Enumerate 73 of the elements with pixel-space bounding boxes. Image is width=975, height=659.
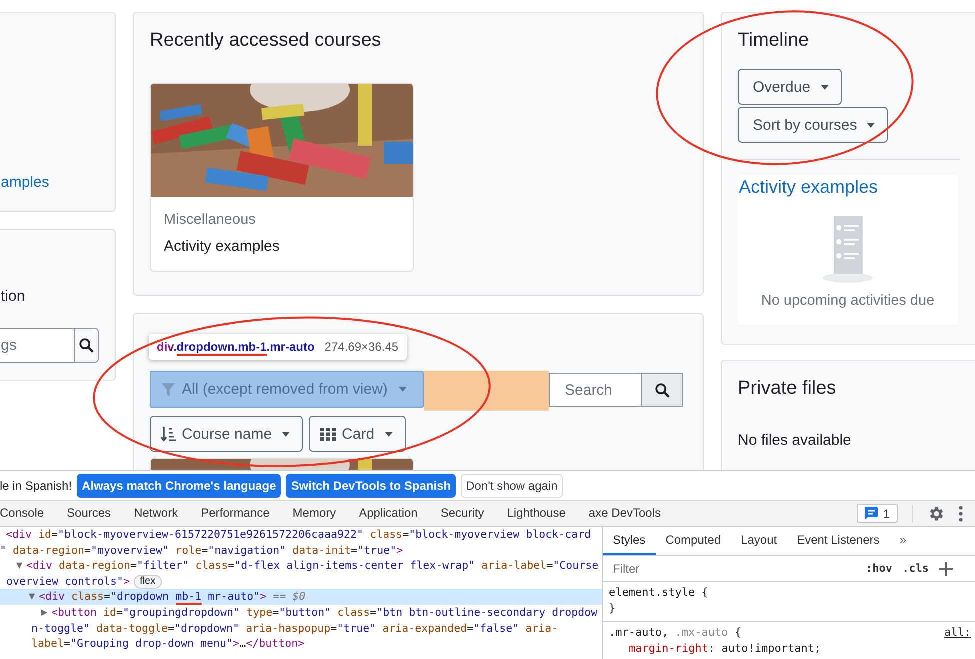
chat-icon [865, 507, 878, 520]
devtools-tab[interactable]: Sources [67, 501, 112, 526]
infobar-button[interactable]: Always match Chrome's language [77, 474, 282, 498]
block-title: Private files [738, 377, 838, 400]
caret-icon [384, 432, 393, 436]
toggle-button[interactable]: :hov [866, 562, 892, 575]
expand-toggle[interactable]: ▼ [29, 589, 39, 605]
search-field[interactable]: Search [549, 373, 642, 407]
size-text: 274.69×36.45 [324, 340, 399, 354]
css-declaration: margin-right: auto!important; [629, 641, 822, 657]
infobar-button[interactable]: Don't show again [461, 474, 563, 498]
styles-tab[interactable]: Computed [656, 527, 732, 555]
expand-toggle[interactable]: ▼ [16, 558, 26, 574]
course-link[interactable]: Activity examples [738, 176, 878, 198]
empty-message: No files available [738, 432, 852, 449]
search-icon [79, 338, 94, 353]
view-dropdown[interactable]: Card [309, 416, 406, 452]
css-rule-line: } [609, 601, 616, 617]
caret-icon [282, 432, 290, 436]
caret-icon [820, 84, 829, 90]
toggle-button[interactable]: .cls [902, 562, 929, 575]
infobar-message: le in Spanish! [0, 478, 72, 492]
course-name[interactable]: Activity examples [164, 238, 400, 256]
search-button[interactable] [75, 328, 99, 363]
more-tabs-button[interactable]: » [890, 527, 916, 555]
devtools-tab[interactable]: Application [359, 501, 418, 526]
caret-icon [398, 387, 407, 392]
sort-dropdown[interactable]: Sort by courses [738, 107, 888, 143]
empty-message: No upcoming activities due [761, 293, 935, 309]
styles-tab[interactable]: Layout [731, 527, 788, 555]
css-rule-line: element.style { [609, 585, 708, 601]
document-list-icon [822, 214, 874, 284]
styles-tab[interactable]: Styles [603, 527, 656, 555]
devtools-tab[interactable]: Performance [201, 501, 270, 526]
search-icon [654, 382, 670, 398]
block-title: Recently accessed courses [150, 29, 382, 52]
infobar-button[interactable]: Switch DevTools to Spanish [286, 474, 456, 498]
sort-icon [161, 426, 176, 442]
code-line: <button id="groupingdropdown" type="button" class="btn btn-outline-secondary dropdow [52, 604, 598, 621]
code-line: label="Grouping drop-down menu">…</button> [32, 636, 305, 652]
block-label: tion [0, 288, 26, 305]
code-line: " data-region="myoverview" role="navigation" data-init="true"> [0, 542, 404, 558]
devtools-tab[interactable]: Console [0, 501, 44, 526]
filter-dropdown[interactable]: Overdue [738, 69, 842, 105]
source-link[interactable]: all: [944, 625, 975, 641]
sort-dropdown[interactable]: Course name [150, 416, 304, 452]
code-line: <div class="dropdown mb-1 mr-auto"> == $0 [39, 589, 306, 605]
selector-text: div.dropdown.mb-1.mr-auto [157, 340, 315, 354]
styles-tab[interactable]: Event Listeners [787, 527, 890, 555]
devtools-tab[interactable]: Memory [292, 501, 336, 526]
code-line: <div data-region="filter" class="d-flex align-items-center flex-wrap" aria-label="Course [26, 558, 599, 574]
search-button[interactable] [642, 373, 683, 407]
more-icon[interactable] [959, 506, 963, 522]
caret-icon [867, 122, 876, 128]
filter-icon [162, 382, 175, 396]
block-title: Timeline [738, 29, 810, 52]
course-category: Miscellaneous [164, 211, 257, 229]
devtools-tab[interactable]: axe DevTools [588, 501, 661, 526]
css-rule-line: .mr-auto, .mx-auto { [609, 625, 742, 641]
devtools-tab[interactable]: Lighthouse [507, 501, 566, 526]
course-card[interactable]: Miscellaneous Activity examples [150, 83, 414, 272]
plus-icon[interactable] [939, 562, 953, 576]
grid-icon [320, 428, 336, 440]
course-link[interactable]: amples [1, 174, 50, 191]
search-field[interactable]: gs [0, 328, 75, 363]
expand-toggle[interactable]: ▶ [42, 604, 52, 621]
devtools-tab[interactable]: Security [440, 501, 484, 526]
code-line: overview controls"> [6, 574, 130, 590]
code-line: <div id="block-myoverview-6157220751e9261572206caaa922" class="block-myoverview block-card [6, 527, 592, 543]
code-line: n-toggle" data-toggle="dropdown" aria-haspopup="true" aria-expanded="false" aria- [32, 620, 558, 636]
devtools-tab[interactable]: Network [134, 501, 178, 526]
flex-badge[interactable]: flex [134, 574, 162, 589]
issues-button[interactable]: 1 [857, 504, 898, 523]
